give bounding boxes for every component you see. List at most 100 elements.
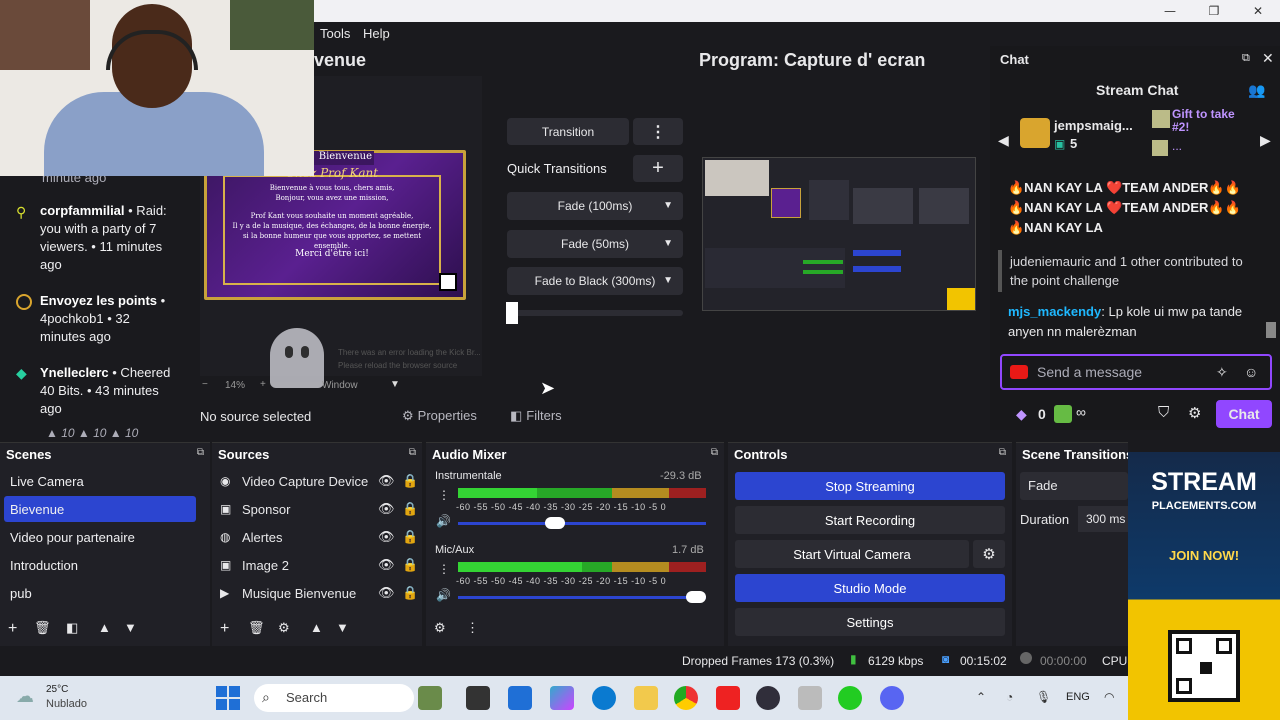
lock-icon[interactable]: 🔒: [402, 585, 418, 601]
source-item[interactable]: ▣ Image 2 👁 🔒: [220, 552, 420, 578]
start-virtual-camera-button[interactable]: Start Virtual Camera: [735, 540, 969, 568]
eye-icon[interactable]: 👁: [378, 557, 402, 573]
discord-icon[interactable]: [880, 686, 904, 710]
whatsapp-icon[interactable]: [838, 686, 862, 710]
undock-icon[interactable]: ⧉: [711, 447, 718, 458]
t-bar-handle[interactable]: [506, 302, 518, 324]
filter-icon[interactable]: ◧: [66, 620, 78, 636]
channel-menu-icon[interactable]: ⋮: [438, 488, 450, 502]
eye-icon[interactable]: 👁: [378, 529, 402, 545]
file-explorer-icon[interactable]: [634, 686, 658, 710]
undock-icon[interactable]: ⧉: [409, 447, 416, 458]
start-recording-button[interactable]: Start Recording: [735, 506, 1005, 534]
transition-button[interactable]: Transition: [507, 118, 629, 145]
gear-icon[interactable]: ⚙: [973, 540, 1005, 568]
chrome-icon[interactable]: [674, 686, 698, 710]
wifi-icon[interactable]: ◠: [1104, 690, 1114, 704]
microphone-icon[interactable]: 🎙: [1036, 690, 1051, 704]
chat-send-button[interactable]: Chat: [1216, 400, 1272, 428]
shield-icon[interactable]: ⛉: [1158, 404, 1169, 421]
program-screen[interactable]: [702, 157, 976, 311]
trash-icon[interactable]: 🗑: [34, 620, 51, 636]
windows-start-icon[interactable]: [216, 686, 240, 710]
zoom-plus[interactable]: +: [260, 379, 266, 390]
close-icon[interactable]: ✕: [1236, 0, 1280, 22]
lock-icon[interactable]: 🔒: [402, 557, 418, 573]
app-icon[interactable]: [798, 686, 822, 710]
add-icon[interactable]: +: [8, 620, 17, 638]
language-indicator[interactable]: ENG: [1066, 691, 1090, 703]
chevron-down-icon[interactable]: ▼: [124, 620, 137, 635]
chat-username[interactable]: mjs_mackendy: [1008, 304, 1101, 319]
task-view-icon[interactable]: [466, 686, 490, 710]
copilot-icon[interactable]: [550, 686, 574, 710]
network-icon[interactable]: ◔: [1006, 690, 1013, 704]
undock-icon[interactable]: ⧉: [1242, 52, 1250, 65]
eye-icon[interactable]: 👁: [378, 473, 402, 489]
anydesk-icon[interactable]: [716, 686, 740, 710]
scene-pub[interactable]: pub: [4, 580, 196, 606]
menu-tools[interactable]: Tools: [320, 26, 350, 41]
source-item[interactable]: ◍ Alertes 👁 🔒: [220, 524, 420, 550]
scene-bievenue[interactable]: Bievenue: [4, 496, 196, 522]
minimize-icon[interactable]: —: [1148, 0, 1192, 22]
quick-transition-fade-black[interactable]: Fade to Black (300ms) ▼: [507, 267, 683, 295]
lock-icon[interactable]: 🔒: [402, 473, 418, 489]
scene-introduction[interactable]: Introduction: [4, 552, 196, 578]
duration-input[interactable]: 300 ms: [1078, 506, 1128, 532]
lock-icon[interactable]: 🔒: [402, 529, 418, 545]
channel-points-icon[interactable]: ◆: [1016, 406, 1027, 423]
settings-button[interactable]: Settings: [735, 608, 1005, 636]
channel-menu-icon[interactable]: ⋮: [438, 562, 450, 576]
chevron-left-icon[interactable]: ◀: [998, 132, 1009, 149]
t-bar-track[interactable]: [507, 310, 683, 316]
close-icon[interactable]: ✕: [1262, 50, 1274, 67]
emote-icon[interactable]: ☺: [1244, 364, 1258, 380]
scene-live-camera[interactable]: Live Camera: [4, 468, 196, 494]
add-icon[interactable]: +: [220, 620, 229, 638]
undock-icon[interactable]: ⧉: [999, 447, 1006, 458]
chevron-up-icon[interactable]: ▲: [310, 620, 323, 635]
quick-transition-fade-50[interactable]: Fade (50ms) ▼: [507, 230, 683, 258]
source-item[interactable]: ▣ Sponsor 👁 🔒: [220, 496, 420, 522]
filters-button[interactable]: ◧ Filters: [510, 408, 562, 424]
more-options-icon[interactable]: ⋮: [466, 620, 479, 636]
window-dropdown-icon[interactable]: ▼: [390, 379, 400, 390]
chat-scrollbar[interactable]: [1266, 322, 1276, 338]
chevron-right-icon[interactable]: ▶: [1260, 132, 1271, 149]
store-icon[interactable]: [508, 686, 532, 710]
studio-mode-button[interactable]: Studio Mode: [735, 574, 1005, 602]
taskbar-search[interactable]: [254, 684, 414, 712]
volume-slider-handle[interactable]: [545, 517, 565, 529]
add-transition-icon[interactable]: +: [633, 155, 683, 182]
chevron-up-icon[interactable]: ⌃: [976, 690, 986, 704]
lock-icon[interactable]: 🔒: [402, 501, 418, 517]
volume-slider-track[interactable]: [458, 522, 706, 525]
stop-streaming-button[interactable]: Stop Streaming: [735, 472, 1005, 500]
chevron-down-icon[interactable]: ▼: [336, 620, 349, 635]
eye-icon[interactable]: 👁: [378, 501, 402, 517]
eye-icon[interactable]: 👁: [378, 585, 402, 601]
more-options-icon[interactable]: ⋮: [633, 118, 683, 145]
scene-video-partenaire[interactable]: Video pour partenaire: [4, 524, 196, 550]
source-item[interactable]: ▶ Musique Bienvenue 👁 🔒: [220, 580, 420, 606]
zoom-minus[interactable]: −: [202, 379, 208, 390]
transition-select[interactable]: Fade: [1020, 472, 1128, 500]
obs-icon[interactable]: [756, 686, 780, 710]
gear-icon[interactable]: ⚙: [278, 620, 290, 636]
trash-icon[interactable]: 🗑: [248, 620, 265, 636]
source-item[interactable]: ◉ Video Capture Device 👁 🔒: [220, 468, 420, 494]
gear-icon[interactable]: ⚙: [434, 620, 446, 636]
menu-help[interactable]: Help: [363, 26, 390, 41]
volume-slider-track[interactable]: [458, 596, 706, 599]
speaker-icon[interactable]: 🔊: [436, 514, 451, 528]
community-icon[interactable]: 👥: [1248, 82, 1265, 99]
maximize-icon[interactable]: ❐: [1192, 0, 1236, 22]
undock-icon[interactable]: ⧉: [197, 447, 204, 458]
chevron-up-icon[interactable]: ▲: [98, 620, 111, 635]
properties-button[interactable]: ⚙ Properties: [402, 408, 477, 424]
volume-slider-handle[interactable]: [686, 591, 706, 603]
speaker-icon[interactable]: 🔊: [436, 588, 451, 602]
sparkle-icon[interactable]: ✧: [1216, 364, 1228, 381]
quick-transition-fade-100[interactable]: Fade (100ms) ▼: [507, 192, 683, 220]
